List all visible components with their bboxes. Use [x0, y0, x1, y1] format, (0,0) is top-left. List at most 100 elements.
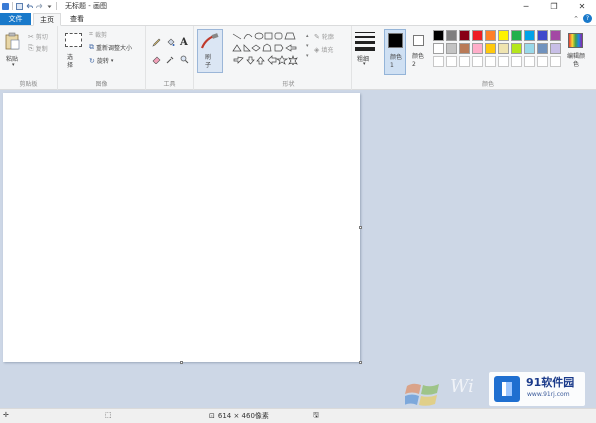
palette-color-swatch[interactable]: [524, 30, 535, 41]
site-logo-icon: [494, 376, 520, 402]
drawing-canvas[interactable]: [3, 93, 360, 362]
undo-icon[interactable]: [26, 3, 33, 10]
fill-bucket-icon[interactable]: [166, 38, 175, 49]
edit-colors-label: 编辑颜色: [566, 53, 585, 68]
color2-button[interactable]: 颜色 2: [409, 29, 429, 75]
paste-button[interactable]: 粘贴 ▾: [3, 30, 23, 70]
redo-icon[interactable]: [36, 3, 43, 10]
magnifier-icon[interactable]: [180, 55, 189, 66]
brush-icon: [200, 33, 219, 49]
close-button[interactable]: ✕: [568, 0, 596, 12]
size-button[interactable]: 粗细 ▾: [354, 30, 376, 74]
tools-group-label: 工具: [163, 81, 176, 88]
custom-color-slot[interactable]: [459, 56, 470, 67]
chevron-down-icon: ▾: [110, 57, 114, 64]
fill-icon: ◈: [314, 45, 320, 54]
palette-color-swatch[interactable]: [485, 30, 496, 41]
custom-color-slot[interactable]: [524, 56, 535, 67]
pencil-icon[interactable]: [152, 38, 161, 49]
resize-handle-right[interactable]: [359, 226, 362, 229]
resize-handle-bottom[interactable]: [180, 361, 183, 364]
help-area: ⌃ ?: [573, 14, 592, 23]
save-icon[interactable]: [16, 2, 23, 10]
text-tool-icon[interactable]: A: [180, 37, 188, 48]
rotate-label: 旋转: [96, 58, 109, 65]
brushes-label: 刷子: [205, 54, 212, 69]
colors-group: 颜色 1 颜色 2 编辑颜色 颜色: [380, 26, 596, 90]
palette-color-swatch[interactable]: [537, 30, 548, 41]
palette-color-swatch[interactable]: [472, 30, 483, 41]
eraser-icon[interactable]: [152, 55, 161, 66]
palette-color-swatch[interactable]: [511, 43, 522, 54]
window-title: 无标题 - 画图: [65, 2, 107, 10]
tab-file[interactable]: 文件: [0, 13, 31, 25]
fill-button[interactable]: ◈ 填充: [314, 45, 333, 55]
palette-color-swatch[interactable]: [446, 30, 457, 41]
paste-icon: [5, 32, 20, 50]
shapes-gallery[interactable]: [231, 31, 305, 66]
shapes-scroll[interactable]: ▴ ▾ ▾: [306, 31, 311, 65]
edit-colors-button[interactable]: 编辑颜色: [564, 29, 588, 75]
copy-button[interactable]: ⎘ 复制: [28, 44, 48, 53]
palette-color-swatch[interactable]: [433, 30, 444, 41]
custom-color-slot[interactable]: [433, 56, 444, 67]
resize-handle-corner[interactable]: [359, 361, 362, 364]
shapes-group: ▴ ▾ ▾ ✎ 轮廓 ◈ 填充 形状: [226, 26, 352, 90]
custom-color-slot[interactable]: [511, 56, 522, 67]
palette-color-swatch[interactable]: [498, 30, 509, 41]
palette-color-swatch[interactable]: [550, 30, 561, 41]
crop-button[interactable]: ⌗ 裁剪: [89, 30, 107, 39]
tab-view[interactable]: 查看: [64, 13, 90, 25]
color1-button[interactable]: 颜色 1: [384, 29, 406, 75]
shapes-gallery-icon: [232, 32, 298, 66]
select-button[interactable]: 选择: [63, 30, 85, 74]
outline-label: 轮廓: [321, 34, 334, 41]
palette-color-swatch[interactable]: [498, 43, 509, 54]
cut-button[interactable]: ✂ 剪切: [28, 32, 48, 42]
palette-color-swatch[interactable]: [524, 43, 535, 54]
watermark-site-url: www.91rj.com: [527, 391, 570, 398]
palette-color-swatch[interactable]: [472, 43, 483, 54]
shapes-group-label: 形状: [282, 81, 295, 88]
palette-color-swatch[interactable]: [433, 43, 444, 54]
canvas-size: ⊡ 614 × 460像素: [209, 411, 269, 421]
custom-color-slot[interactable]: [550, 56, 561, 67]
brushes-button[interactable]: 刷子: [197, 29, 223, 73]
custom-color-slot[interactable]: [485, 56, 496, 67]
ribbon: 粘贴 ▾ ✂ 剪切 ⎘ 复制 剪贴板 选择 ⌗ 裁剪 ⧉ 重新调整大小 ↻ 旋转: [0, 26, 596, 90]
resize-label: 重新调整大小: [96, 45, 133, 52]
color2-label: 颜色 2: [412, 53, 425, 68]
quick-access-toolbar: [0, 0, 57, 12]
outline-icon: ✎: [314, 32, 320, 41]
file-size-icon: 🖫: [313, 411, 319, 419]
tools-group: A 工具: [146, 26, 194, 90]
tab-home[interactable]: 主页: [33, 13, 61, 26]
help-icon[interactable]: ?: [583, 14, 592, 23]
custom-color-slot[interactable]: [498, 56, 509, 67]
custom-color-slot[interactable]: [537, 56, 548, 67]
palette-color-swatch[interactable]: [446, 43, 457, 54]
minimize-button[interactable]: ─: [512, 0, 540, 12]
color-wheel-icon: [568, 33, 583, 48]
palette-color-swatch[interactable]: [459, 43, 470, 54]
color2-swatch: [413, 35, 424, 46]
customize-toolbar-icon[interactable]: [46, 3, 53, 10]
collapse-ribbon-icon[interactable]: ⌃: [573, 15, 579, 23]
restore-button[interactable]: ❐: [540, 0, 568, 12]
palette-color-swatch[interactable]: [511, 30, 522, 41]
rotate-button[interactable]: ↻ 旋转 ▾: [89, 56, 114, 66]
custom-color-slot[interactable]: [472, 56, 483, 67]
cursor-position-icon: ✛: [3, 411, 9, 419]
app-paint-icon[interactable]: [2, 2, 9, 10]
palette-color-swatch[interactable]: [485, 43, 496, 54]
color-picker-icon[interactable]: [166, 55, 175, 66]
rotate-icon: ↻: [89, 56, 95, 65]
watermark-site-name: 91软件园: [526, 376, 575, 389]
palette-color-swatch[interactable]: [550, 43, 561, 54]
resize-button[interactable]: ⧉ 重新调整大小: [89, 43, 132, 52]
outline-button[interactable]: ✎ 轮廓: [314, 32, 334, 42]
canvas-size-icon: ⊡: [209, 412, 215, 420]
palette-color-swatch[interactable]: [459, 30, 470, 41]
palette-color-swatch[interactable]: [537, 43, 548, 54]
custom-color-slot[interactable]: [446, 56, 457, 67]
